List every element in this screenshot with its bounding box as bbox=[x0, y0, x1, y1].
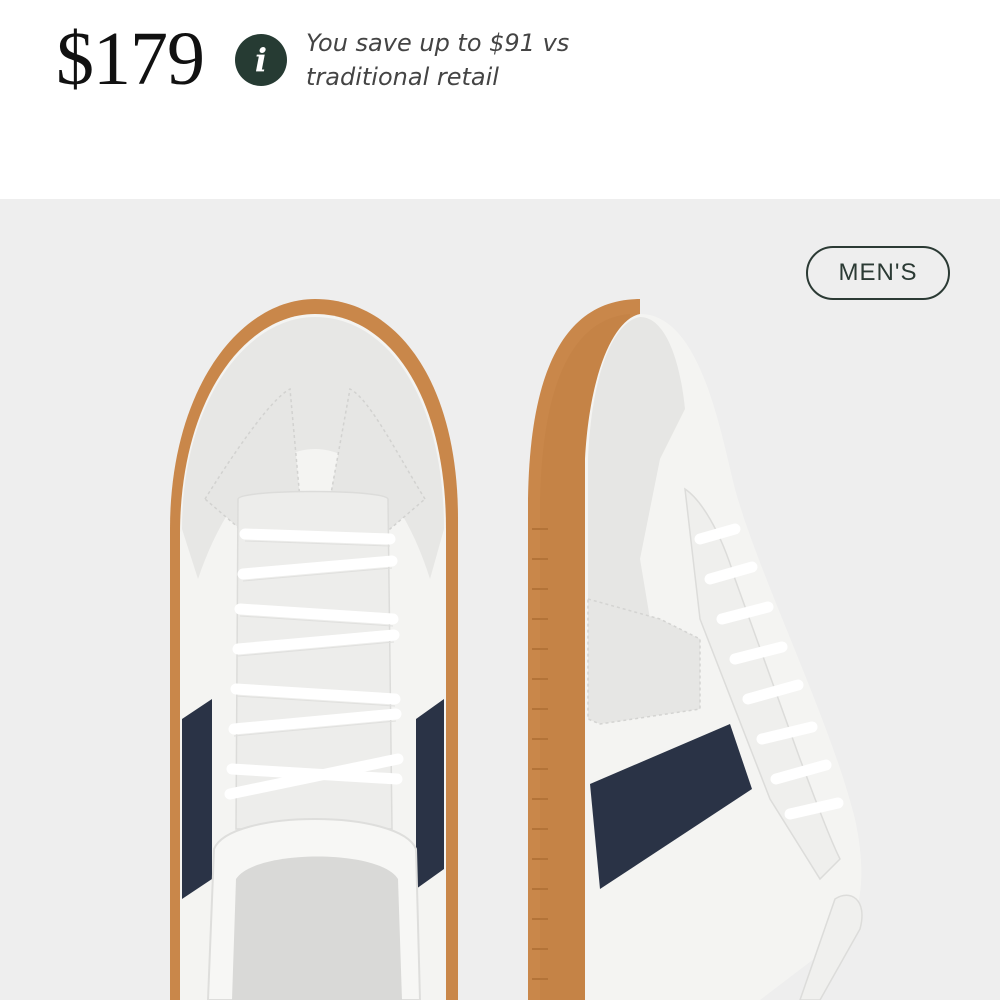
left-shoe bbox=[170, 299, 458, 1000]
product-price: $179 bbox=[56, 17, 205, 101]
product-image-gallery[interactable]: MEN'S bbox=[0, 199, 1000, 1000]
sneaker-product-image bbox=[170, 299, 863, 1000]
info-icon[interactable]: i bbox=[235, 34, 287, 86]
right-shoe bbox=[528, 299, 863, 1000]
savings-text: You save up to $91 vs traditional retail bbox=[306, 29, 570, 91]
gender-badge[interactable]: MEN'S bbox=[806, 246, 950, 300]
price-header: $179 i You save up to $91 vs traditional… bbox=[0, 0, 1000, 199]
